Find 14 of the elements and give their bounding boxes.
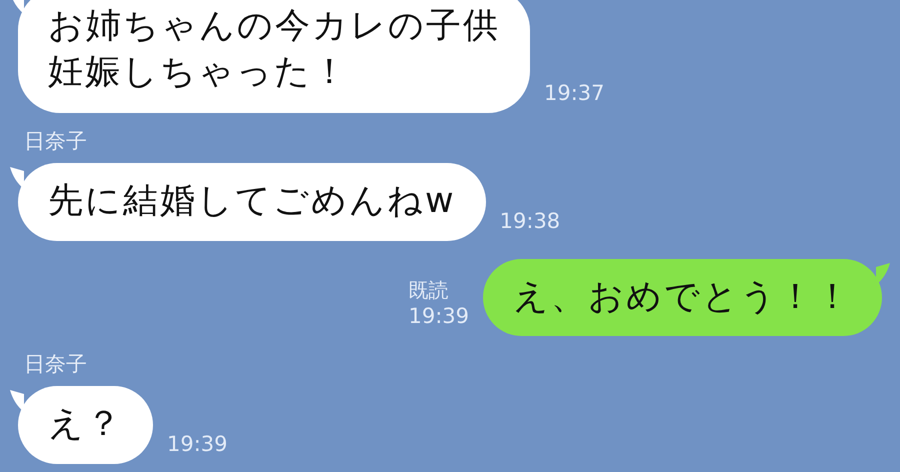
sender-name: 日奈子 (24, 351, 87, 378)
message-time: 19:37 (544, 81, 605, 105)
bubble-tail-icon (876, 262, 890, 284)
message-time: 19:38 (500, 208, 560, 232)
message-bubble: え、おめでとう！！ (483, 258, 882, 336)
message-bubble: え？ (18, 386, 153, 464)
message-bubble: お姉ちゃんの今カレの子供 妊娠しちゃった！ (18, 0, 530, 113)
message-time: 19:39 (167, 432, 228, 456)
read-receipt: 既読 (408, 277, 448, 304)
message-time: 19:39 (408, 304, 469, 328)
message-bubble: 先に結婚してごめんねw (18, 163, 486, 240)
sender-name: 日奈子 (24, 128, 87, 155)
bubble-tail-icon (10, 390, 24, 412)
bubble-tail-icon (10, 167, 24, 189)
